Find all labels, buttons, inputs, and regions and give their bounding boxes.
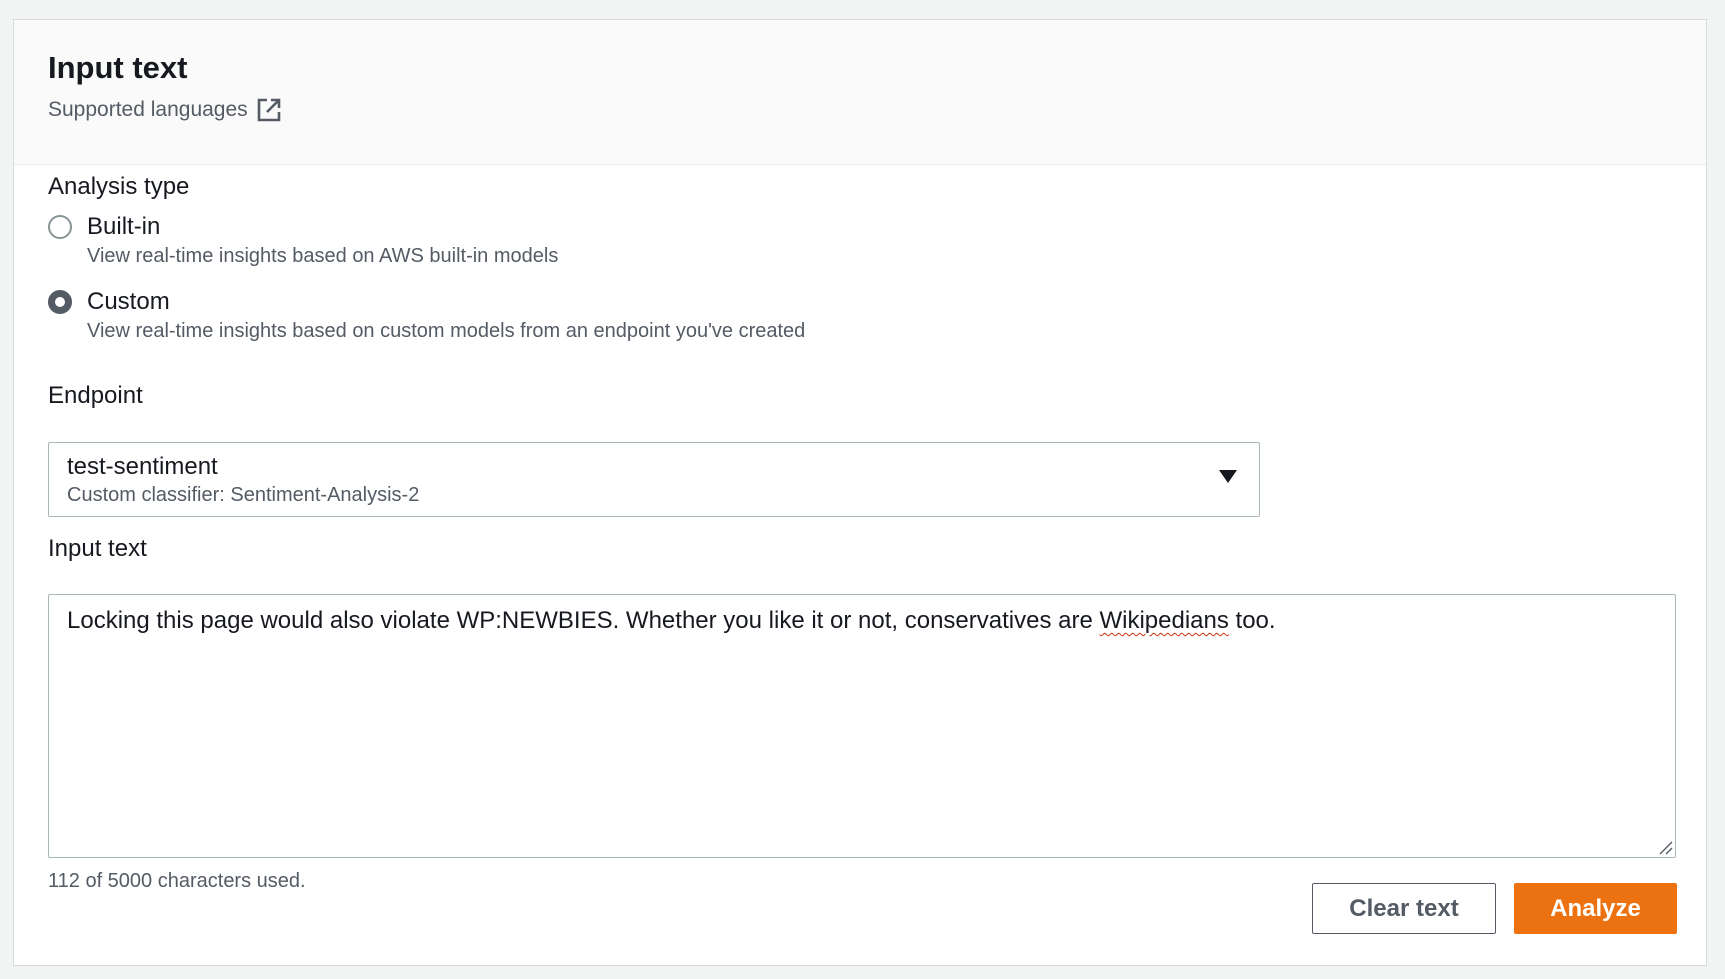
input-text-area[interactable]: Locking this page would also violate WP:… bbox=[48, 594, 1676, 858]
analysis-type-label: Analysis type bbox=[48, 173, 190, 200]
radio-built-in[interactable]: Built-in View real-time insights based o… bbox=[48, 211, 558, 268]
supported-languages-link[interactable]: Supported languages bbox=[48, 97, 282, 123]
endpoint-selected-description: Custom classifier: Sentiment-Analysis-2 bbox=[67, 484, 420, 506]
resize-handle-icon[interactable] bbox=[1657, 839, 1673, 855]
endpoint-selected-value: test-sentiment bbox=[67, 453, 218, 480]
analyze-button[interactable]: Analyze bbox=[1514, 883, 1677, 934]
endpoint-label: Endpoint bbox=[48, 382, 143, 409]
input-text-part: Locking this page would also violate WP:… bbox=[67, 607, 1100, 634]
panel-title: Input text bbox=[48, 50, 188, 85]
misspelled-word: Wikipedians bbox=[1099, 607, 1229, 634]
radio-custom-description: View real-time insights based on custom … bbox=[87, 320, 806, 342]
input-text-panel: Input text Supported languages Analysis … bbox=[13, 19, 1707, 966]
radio-custom[interactable]: Custom View real-time insights based on … bbox=[48, 286, 805, 343]
radio-button-custom[interactable] bbox=[48, 290, 72, 314]
character-count: 112 of 5000 characters used. bbox=[48, 870, 306, 892]
panel-header: Input text Supported languages bbox=[14, 20, 1706, 165]
external-link-icon bbox=[257, 98, 280, 122]
radio-custom-label: Custom bbox=[87, 288, 170, 315]
radio-built-in-description: View real-time insights based on AWS bui… bbox=[87, 245, 559, 267]
clear-text-button[interactable]: Clear text bbox=[1312, 883, 1496, 934]
caret-down-icon bbox=[1219, 470, 1237, 483]
supported-languages-label: Supported languages bbox=[48, 98, 248, 121]
radio-built-in-label: Built-in bbox=[87, 213, 161, 240]
input-text-label: Input text bbox=[48, 535, 147, 562]
radio-button-built-in[interactable] bbox=[48, 215, 72, 239]
input-text-part-end: too. bbox=[1228, 607, 1276, 634]
endpoint-select[interactable]: test-sentiment Custom classifier: Sentim… bbox=[48, 442, 1260, 517]
